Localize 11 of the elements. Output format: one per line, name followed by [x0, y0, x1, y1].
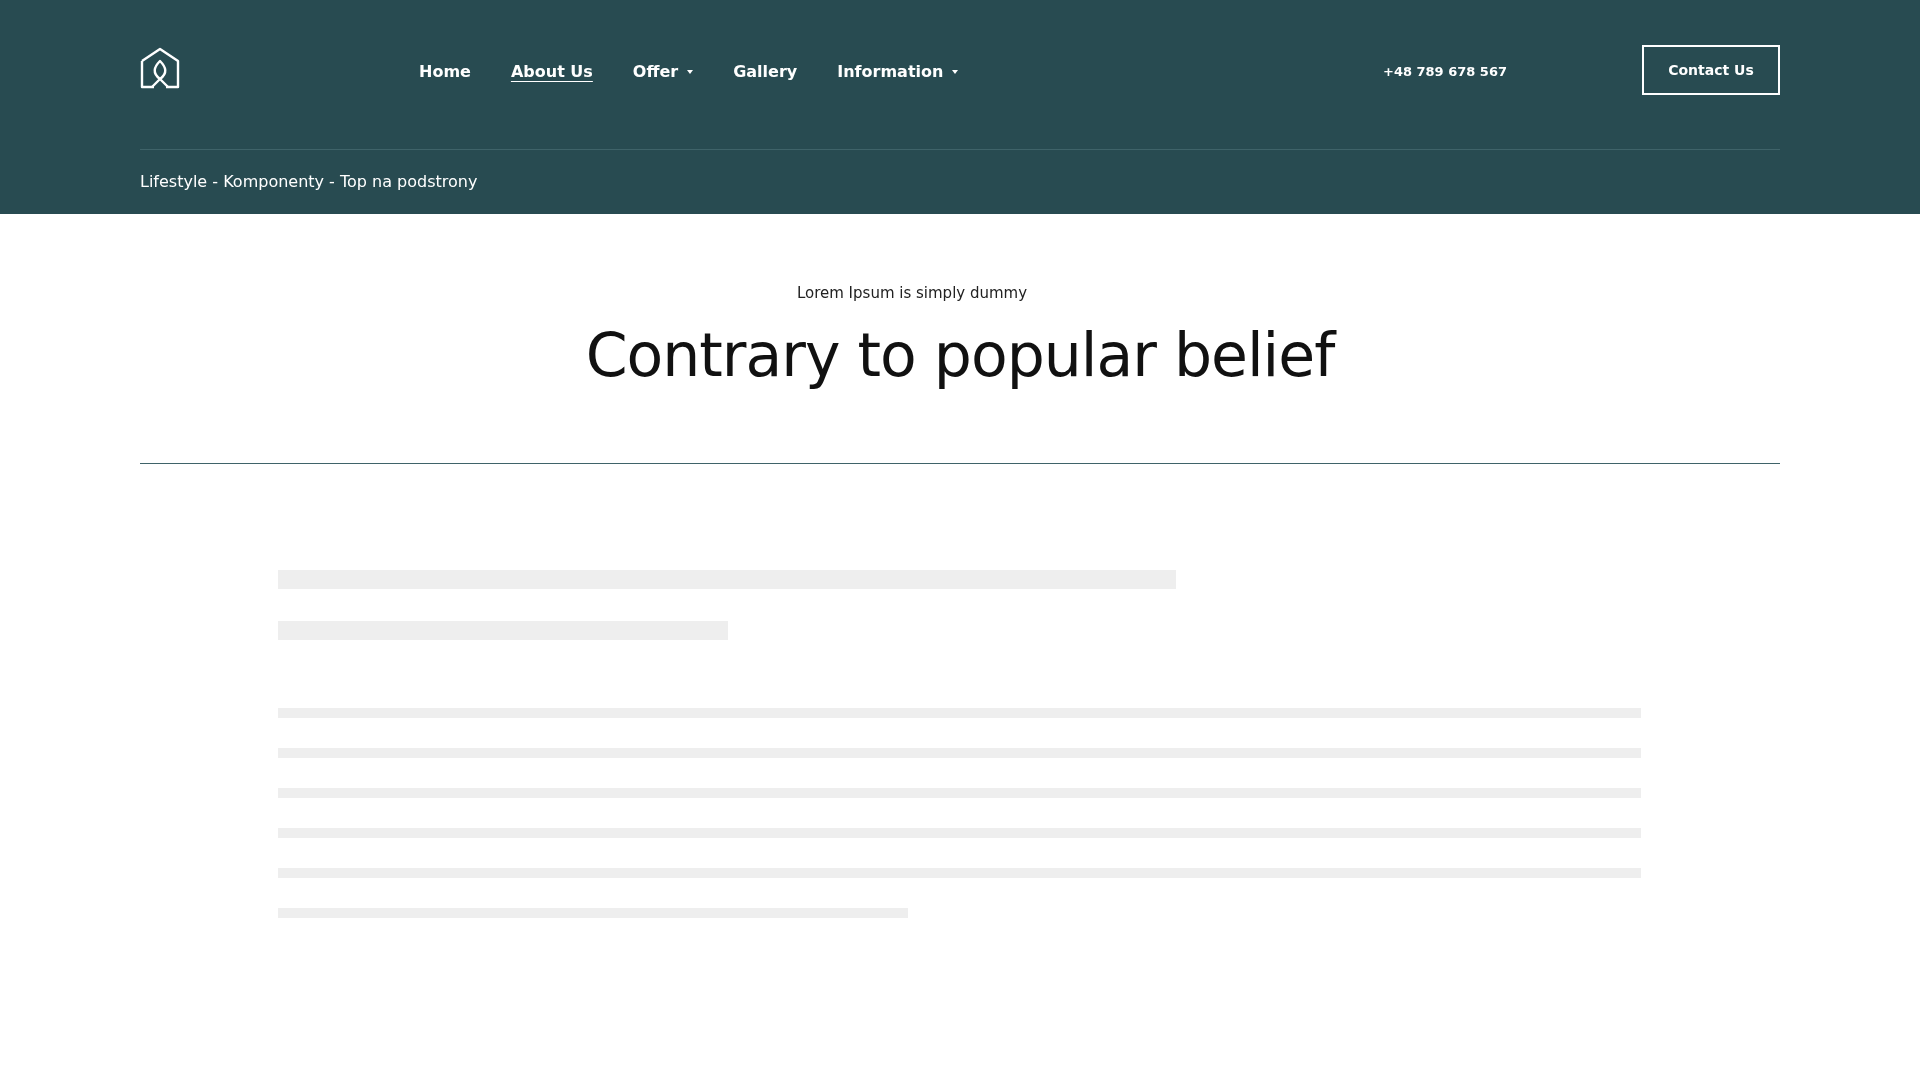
- nav-link[interactable]: About Us: [510, 62, 593, 81]
- intro-heading: Contrary to popular belief: [585, 320, 1335, 390]
- nav-link[interactable]: Gallery: [733, 62, 798, 81]
- contact-button[interactable]: Contact Us: [1642, 44, 1780, 95]
- nav-link[interactable]: Offer: [632, 62, 694, 81]
- breadcrumb: Lifestyle - Komponenty - Top na podstrony: [140, 172, 478, 191]
- phone-number[interactable]: +48 789 678 567: [1383, 64, 1507, 79]
- intro-subtitle: Lorem Ipsum is simply dummy: [796, 284, 1028, 302]
- house-logo-icon[interactable]: [140, 46, 180, 89]
- nav-link[interactable]: Home: [419, 62, 471, 81]
- nav-link[interactable]: Information: [837, 62, 959, 81]
